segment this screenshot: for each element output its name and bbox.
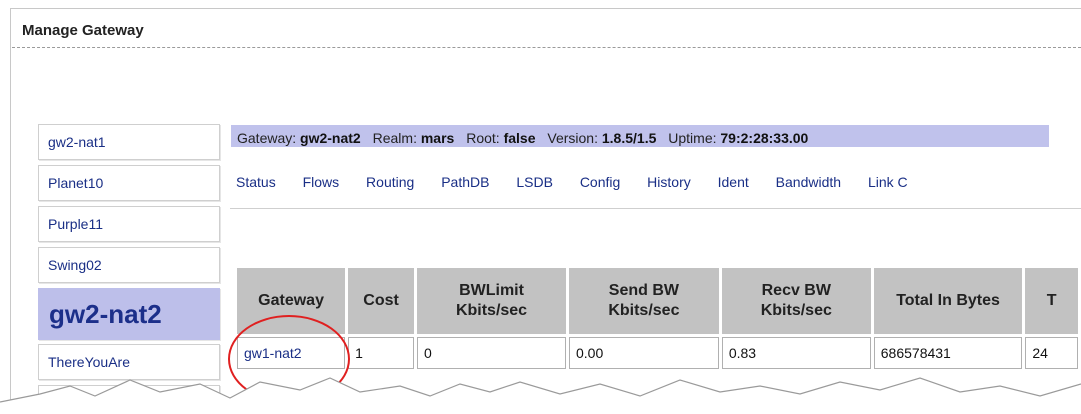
tab-routing[interactable]: Routing [366, 174, 414, 190]
column-header: T [1025, 268, 1078, 334]
column-header: BWLimit Kbits/sec [417, 268, 566, 334]
table-cell: 686578431 [873, 337, 1023, 369]
version-label: Version: [547, 130, 598, 146]
sidebar-item-label: ThereYouAre [48, 354, 130, 370]
page-title: Manage Gateway [22, 22, 144, 39]
title-divider [12, 47, 1081, 48]
root-value: false [503, 130, 536, 146]
column-header: Total In Bytes [873, 268, 1023, 334]
sidebar-item-gw2-nat2[interactable]: gw2-nat2 [38, 288, 220, 340]
gateway-tabs: Status Flows Routing PathDB LSDB Config … [236, 174, 931, 190]
gateway-value: gw2-nat2 [300, 130, 361, 146]
gateway-label: Gateway: [237, 130, 297, 146]
gateway-table: Gateway Cost BWLimit Kbits/sec Send BW K… [234, 265, 1081, 372]
version-value: 1.8.5/1.5 [601, 130, 657, 146]
table-cell: 0 [417, 337, 566, 369]
table-cell: 0.00 [568, 337, 719, 369]
tab-ident[interactable]: Ident [718, 174, 749, 190]
sidebar-item-label: Swing02 [48, 257, 102, 273]
table-row: gw1-nat2 1 0 0.00 0.83 686578431 24 [237, 337, 1078, 369]
sidebar-item-planet10[interactable]: Planet10 [38, 165, 220, 201]
sidebar-item-swing02[interactable]: Swing02 [38, 247, 220, 283]
column-header: Send BW Kbits/sec [568, 268, 719, 334]
table-cell: 24 [1025, 337, 1078, 369]
torn-edge [0, 377, 1081, 414]
tab-flows[interactable]: Flows [303, 174, 340, 190]
tabs-divider [230, 208, 1081, 209]
column-header: Recv BW Kbits/sec [721, 268, 871, 334]
tab-bandwidth[interactable]: Bandwidth [776, 174, 841, 190]
table-cell: 0.83 [721, 337, 871, 369]
tab-lsdb[interactable]: LSDB [516, 174, 553, 190]
tab-pathdb[interactable]: PathDB [441, 174, 489, 190]
tab-link[interactable]: Link C [868, 174, 908, 190]
sidebar-item-label: gw2-nat1 [48, 134, 106, 150]
uptime-label: Uptime: [668, 130, 717, 146]
tab-history[interactable]: History [647, 174, 691, 190]
realm-label: Realm: [372, 130, 417, 146]
screenshot-clip: Manage Gateway gw2-nat1 Planet10 Purple1… [0, 0, 1081, 414]
realm-value: mars [420, 130, 455, 146]
table-header-row: Gateway Cost BWLimit Kbits/sec Send BW K… [237, 268, 1078, 334]
gateway-info-bar: Gateway: gw2-nat2 Realm: mars Root: fals… [231, 125, 1049, 147]
sidebar-item-label: gw2-nat2 [49, 299, 162, 329]
sidebar-item-purple11[interactable]: Purple11 [38, 206, 220, 242]
gateway-sidebar: gw2-nat1 Planet10 Purple11 Swing02 gw2-n… [38, 124, 220, 414]
sidebar-item-gw2-nat1[interactable]: gw2-nat1 [38, 124, 220, 160]
root-label: Root: [466, 130, 500, 146]
sidebar-item-label: Planet10 [48, 175, 104, 191]
column-header: Cost [348, 268, 415, 334]
tab-status[interactable]: Status [236, 174, 276, 190]
table-cell: 1 [348, 337, 415, 369]
sidebar-item-label: Purple11 [48, 216, 104, 232]
uptime-value: 79:2:28:33.00 [720, 130, 809, 146]
tab-config[interactable]: Config [580, 174, 620, 190]
